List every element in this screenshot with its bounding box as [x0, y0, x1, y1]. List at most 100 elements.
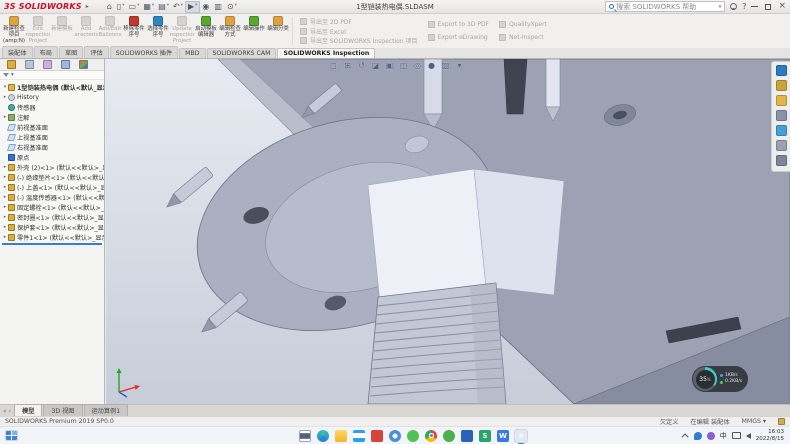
display-tray-icon[interactable]: [732, 432, 741, 439]
ribbon-tab[interactable]: 装配体: [2, 46, 33, 58]
edit-classifications-button[interactable]: 编辑分类: [266, 15, 290, 47]
display-settings-button[interactable]: ▥: [212, 1, 225, 13]
view-orientation-icon[interactable]: ▣: [384, 60, 395, 71]
units-selector[interactable]: MMGS ▾: [742, 418, 766, 425]
search-taskbar-icon[interactable]: [281, 430, 293, 442]
edit-inspection-project-button[interactable]: Edit Inspection Project: [26, 15, 50, 47]
threaded-stud[interactable]: [368, 283, 506, 404]
export-menu-item[interactable]: Net-Inspect: [499, 34, 547, 41]
tree-item[interactable]: 原点: [0, 152, 104, 162]
ribbon-tab[interactable]: SOLIDWORKS CAM: [207, 48, 277, 58]
tray-app-icon[interactable]: [707, 432, 715, 440]
tree-item[interactable]: ▸ 零件1<1> (默认<<默认>_显示状态: [0, 232, 104, 242]
login-user-icon[interactable]: [730, 3, 737, 10]
appearances-scenes-icon[interactable]: [776, 125, 787, 136]
displaymanager-tab-icon[interactable]: [79, 60, 88, 69]
ribbon-tab[interactable]: MBD: [179, 48, 205, 58]
ribbon-tab[interactable]: SOLIDWORKS 插件: [110, 46, 178, 58]
document-tab[interactable]: 模型: [14, 404, 42, 416]
select-button[interactable]: ▶▾: [185, 1, 200, 13]
view-settings-icon[interactable]: ▾: [454, 60, 465, 71]
remove-balloons-button[interactable]: 移除零件序号: [122, 15, 146, 47]
propertymanager-tab-icon[interactable]: [25, 60, 34, 69]
onedrive-icon[interactable]: [694, 432, 702, 440]
featuremanager-tab-icon[interactable]: [7, 60, 16, 69]
export-menu-item[interactable]: QualityXpert: [499, 21, 547, 28]
volume-icon[interactable]: [746, 433, 751, 439]
menu-expand-icon[interactable]: ▸: [86, 3, 89, 10]
edge-taskbar-icon[interactable]: [317, 430, 329, 442]
ribbon-tab[interactable]: SOLIDWORKS Inspection: [277, 48, 375, 58]
docs-s-taskbar-icon[interactable]: S: [479, 430, 491, 442]
help-search-box[interactable]: 搜索 SOLIDWORKS 帮助 ▾: [605, 1, 725, 12]
export-menu-item[interactable]: 导出至 SOLIDWORKS Inspection 项目: [300, 36, 418, 45]
tag-icon[interactable]: [778, 418, 785, 425]
rebuild-button[interactable]: ◉: [200, 1, 212, 13]
hide-show-items-icon[interactable]: ◎: [412, 60, 423, 71]
solidworks-taskbar-icon[interactable]: ⌀: [515, 430, 527, 442]
zoom-fit-icon[interactable]: ◻: [328, 60, 339, 71]
previous-view-icon[interactable]: ↺: [356, 60, 367, 71]
tree-item[interactable]: 右视基准面: [0, 142, 104, 152]
display-style-icon[interactable]: ◫: [398, 60, 409, 71]
new-inspection-project-button[interactable]: 新建检查项目(amp;N): [2, 15, 26, 47]
tree-item[interactable]: ▸ (-) 温度传感器<1> (默认<<默认>_: [0, 192, 104, 202]
performance-widget[interactable]: 35% 1KB/s 0.2KB/s: [692, 366, 748, 392]
undo-button[interactable]: ↶▾: [171, 1, 185, 13]
browser-taskbar-icon[interactable]: [389, 430, 401, 442]
minimize-button[interactable]: [751, 6, 758, 7]
save-button[interactable]: ▦▾: [141, 1, 156, 13]
tree-item[interactable]: ▸ 外壳 (2)<1> (默认<<默认>_显示状: [0, 162, 104, 172]
select-balloons-button[interactable]: 选择零件序号: [146, 15, 170, 47]
restore-button[interactable]: [765, 4, 771, 10]
view-palette-icon[interactable]: [776, 110, 787, 121]
design-library-icon[interactable]: [776, 80, 787, 91]
wechat-taskbar-icon[interactable]: [407, 430, 419, 442]
search-dropdown-icon[interactable]: ▾: [719, 4, 722, 10]
task-view-taskbar-icon[interactable]: [299, 430, 311, 442]
edit-operations-button[interactable]: 编辑操作: [242, 15, 266, 47]
home-button[interactable]: ⌂: [105, 1, 115, 13]
solidworks-resources-icon[interactable]: [776, 65, 787, 76]
hidden-icons-chevron[interactable]: [681, 433, 688, 440]
widgets-button[interactable]: [5, 430, 18, 441]
export-menu-item[interactable]: Export eDrawing: [428, 34, 490, 41]
edit-appearance-icon[interactable]: ●: [426, 60, 437, 71]
ribbon-tab[interactable]: 布局: [34, 46, 58, 58]
start-taskbar-icon[interactable]: [263, 430, 275, 442]
graphics-viewport[interactable]: ◻ ⊞ ↺ ◪ ▣ ◫ ◎ ● ▨ ▾: [106, 59, 790, 404]
tab-scroll-icon[interactable]: ‹: [9, 408, 11, 415]
open-button[interactable]: ▭▾: [127, 1, 142, 13]
tree-item[interactable]: ▸ 固定螺栓<1> (默认<<默认>_显示: [0, 202, 104, 212]
file-explorer-icon[interactable]: [776, 95, 787, 106]
file-explorer-taskbar-icon[interactable]: [335, 430, 347, 442]
tree-item[interactable]: ▾ 1型铠装热电偶 (默认<默认_显示状态-1: [0, 82, 104, 92]
tree-item[interactable]: ▸ 注解: [0, 112, 104, 122]
export-menu-item[interactable]: 导出至 2D PDF: [300, 17, 418, 26]
mail-taskbar-icon[interactable]: [353, 430, 365, 442]
update-inspection-project-button[interactable]: Update Inspection Project: [170, 15, 194, 47]
launch-template-editor-button[interactable]: 启动模板编辑器: [194, 15, 218, 47]
360-browser-taskbar-icon[interactable]: [443, 430, 455, 442]
tree-item[interactable]: ▸ 密封圈<1> (默认<<默认>_显示状: [0, 212, 104, 222]
tree-item[interactable]: ▸ 保护套<1> (默认<<默认>_显示状: [0, 222, 104, 232]
add-edit-balloons-button[interactable]: Add/Edit Balloons: [98, 15, 122, 47]
new-document-button[interactable]: ▯▾: [115, 1, 127, 13]
ribbon-tab[interactable]: 评估: [84, 46, 108, 58]
help-button[interactable]: ?: [742, 2, 746, 11]
tree-item[interactable]: ▸ History: [0, 92, 104, 102]
apply-scene-icon[interactable]: ▨: [440, 60, 451, 71]
tree-item[interactable]: 前视基准面: [0, 122, 104, 132]
tab-scroll-icon[interactable]: «: [3, 408, 7, 415]
tree-item[interactable]: ▸ (-) 绝缘垫片<1> (默认<<默认>_显: [0, 172, 104, 182]
wps-taskbar-icon[interactable]: W: [497, 430, 509, 442]
chrome-taskbar-icon[interactable]: [425, 430, 437, 442]
center-block[interactable]: [368, 169, 564, 303]
ime-language-indicator[interactable]: 中: [720, 431, 727, 441]
custom-properties-icon[interactable]: [776, 140, 787, 151]
document-tab[interactable]: 3D 视图: [43, 404, 82, 416]
cad-app-taskbar-icon[interactable]: [461, 430, 473, 442]
filter-dropdown-icon[interactable]: ▾: [11, 72, 14, 78]
export-menu-item[interactable]: 导出至 Excel: [300, 27, 418, 36]
close-button[interactable]: ×: [778, 2, 786, 11]
